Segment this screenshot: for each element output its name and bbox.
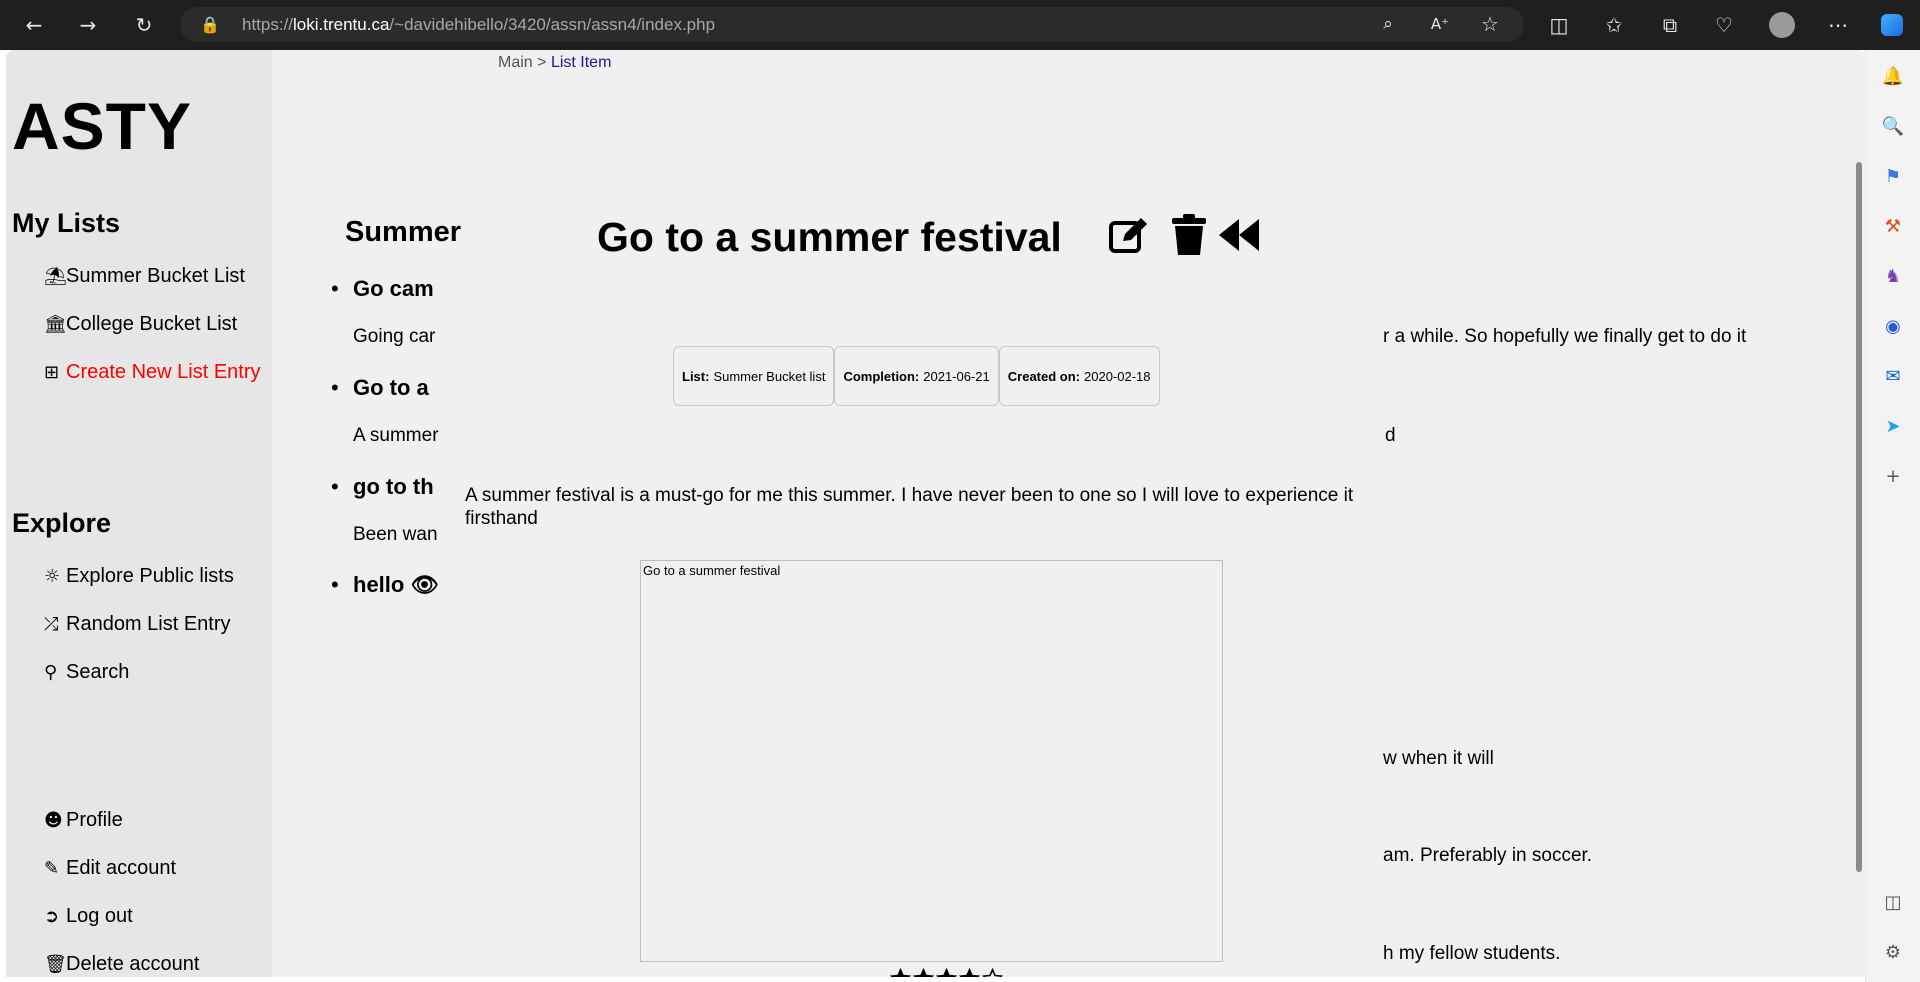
created-card: Created on: 2020-02-18 xyxy=(998,346,1160,406)
sidebar-item-summer-bucket-list[interactable]: ⛱ Summer Bucket List xyxy=(44,265,245,288)
page-viewport: ASTY My Lists ⛱ Summer Bucket List 🏛 Colle… xyxy=(6,50,1866,977)
item-detail-modal: Go to a summer festival List: Summer Buck… xyxy=(465,110,1385,977)
list-item-desc: A summer xyxy=(353,425,439,446)
site-logo[interactable]: ASTY xyxy=(12,88,192,164)
scrollbar-thumb[interactable] xyxy=(1856,162,1862,872)
browser-toolbar: ← → ↻ 🔒 https://loki.trentu.ca/~davidehi… xyxy=(0,0,1920,50)
browser-sidebar: 🔔 🔍 ⚑ ⚒ ♞ ◉ ✉ ➤ + ◫ ⚙ xyxy=(1865,50,1920,982)
list-card: List: Summer Bucket list xyxy=(673,346,835,406)
compass-icon: ☼ xyxy=(44,566,61,587)
star-filled-icon xyxy=(890,968,911,977)
shuffle-icon: ⤮ xyxy=(44,614,59,635)
send-icon[interactable]: ➤ xyxy=(1879,412,1907,440)
outlook-icon[interactable]: ✉ xyxy=(1879,362,1907,390)
copilot-sidebar-icon[interactable]: ◉ xyxy=(1879,312,1907,340)
sidebar-item-random-list-entry[interactable]: ⤮ Random List Entry xyxy=(44,613,231,636)
search-icon[interactable]: 🔍 xyxy=(1879,112,1907,140)
tag-icon[interactable]: ⚑ xyxy=(1879,162,1907,190)
explore-heading: Explore xyxy=(12,508,112,538)
list-item-desc: Been wan xyxy=(353,524,438,545)
star-filled-icon xyxy=(936,968,957,977)
star-empty-icon xyxy=(982,968,1003,977)
sidebar-nav: ASTY My Lists ⛱ Summer Bucket List 🏛 Colle… xyxy=(6,50,272,977)
sidebar-item-college-bucket-list[interactable]: 🏛 College Bucket List xyxy=(44,313,237,336)
list-item-desc: Going car xyxy=(353,326,436,347)
lock-icon[interactable]: 🔒 xyxy=(194,8,226,40)
image-alt-text: Go to a summer festival xyxy=(643,563,781,578)
health-icon[interactable]: ♡ xyxy=(1708,9,1740,41)
list-item-desc-fragment: r a while. So hopefully we finally get t… xyxy=(1383,326,1747,347)
settings-gear-icon[interactable]: ⚙ xyxy=(1879,938,1907,966)
star-filled-icon xyxy=(959,968,980,977)
list-item-desc-fragment: d xyxy=(1385,425,1396,446)
pen-to-square-icon: ✎ xyxy=(44,858,60,879)
sidebar-item-explore-public-lists[interactable]: ☼ Explore Public lists xyxy=(44,565,234,588)
list-item-title[interactable]: hello 👁 xyxy=(331,572,439,598)
item-description: A summer festival is a must-go for me th… xyxy=(465,484,1385,530)
item-meta: List: Summer Bucket list Completion: 2021-… xyxy=(673,346,1160,406)
sidebar-toggle-icon[interactable]: ◫ xyxy=(1879,888,1907,916)
square-plus-icon: ⊞ xyxy=(44,362,60,383)
search-icon: ⚲ xyxy=(44,662,58,683)
my-lists-heading: My Lists xyxy=(12,208,121,238)
sidebar-item-log-out[interactable]: ➲ Log out xyxy=(44,905,133,928)
split-screen-icon[interactable]: ◫ xyxy=(1543,9,1575,41)
trash-icon[interactable] xyxy=(1166,212,1212,258)
list-item-title[interactable]: Go to a xyxy=(331,375,429,401)
breadcrumb-separator: > xyxy=(537,54,547,71)
sidebar-item-edit-account[interactable]: ✎ Edit account xyxy=(44,857,176,880)
copilot-icon[interactable] xyxy=(1876,9,1908,41)
sidebar-item-create-new-list-entry[interactable]: ⊞ Create New List Entry xyxy=(44,361,261,384)
edit-icon[interactable] xyxy=(1106,212,1152,258)
favorite-star-icon[interactable]: ☆ xyxy=(1474,8,1506,40)
trash-icon: 🗑 xyxy=(44,954,67,975)
more-icon[interactable]: ⋯ xyxy=(1822,9,1854,41)
collections-icon[interactable]: ⧉ xyxy=(1654,9,1686,41)
breadcrumb-current[interactable]: List Item xyxy=(551,54,611,71)
breadcrumb-main[interactable]: Main xyxy=(498,54,533,71)
sidebar-item-delete-account[interactable]: 🗑 Delete account xyxy=(44,953,199,976)
list-item-title[interactable]: go to th xyxy=(331,474,434,500)
building-columns-icon: 🏛 xyxy=(44,314,67,335)
zoom-icon[interactable]: ⌕ xyxy=(1372,8,1404,40)
read-aloud-icon[interactable]: A⁺ xyxy=(1424,8,1456,40)
list-item-desc-fragment: am. Preferably in soccer. xyxy=(1383,845,1593,866)
list-title: Summer xyxy=(345,216,462,248)
url-text[interactable]: https://loki.trentu.ca/~davidehibello/34… xyxy=(242,15,715,35)
sidebar-item-search[interactable]: ⚲ Search xyxy=(44,661,129,684)
forward-icon[interactable]: → xyxy=(72,9,104,41)
umbrella-beach-icon: ⛱ xyxy=(44,266,67,287)
user-icon: ☻ xyxy=(44,810,63,831)
list-item-title[interactable]: Go cam xyxy=(331,276,434,302)
notification-bell-icon[interactable]: 🔔 xyxy=(1879,62,1907,90)
log-out-icon: ➲ xyxy=(44,906,60,927)
address-bar[interactable]: 🔒 https://loki.trentu.ca/~davidehibello/… xyxy=(180,7,1524,42)
tools-icon[interactable]: ⚒ xyxy=(1879,212,1907,240)
item-image: Go to a summer festival xyxy=(640,560,1223,962)
refresh-icon[interactable]: ↻ xyxy=(128,9,160,41)
breadcrumb: Main > List Item xyxy=(498,54,611,72)
star-filled-icon xyxy=(913,968,934,977)
add-icon[interactable]: + xyxy=(1879,462,1907,490)
scrollbar[interactable] xyxy=(1852,50,1866,977)
favorites-icon[interactable]: ✩ xyxy=(1598,9,1630,41)
eye-icon[interactable]: 👁 xyxy=(410,573,438,598)
list-item-desc-fragment: h my fellow students. xyxy=(1383,943,1561,964)
back-icon[interactable]: ← xyxy=(18,9,50,41)
list-item-desc-fragment: w when it will xyxy=(1383,748,1494,769)
sidebar-item-profile[interactable]: ☻ Profile xyxy=(44,809,123,832)
profile-avatar[interactable] xyxy=(1766,9,1798,41)
item-title: Go to a summer festival xyxy=(597,214,1062,260)
games-icon[interactable]: ♞ xyxy=(1879,262,1907,290)
completion-card: Completion: 2021-06-21 xyxy=(834,346,999,406)
back-rewind-icon[interactable] xyxy=(1217,212,1263,258)
rating-stars xyxy=(890,968,1003,977)
